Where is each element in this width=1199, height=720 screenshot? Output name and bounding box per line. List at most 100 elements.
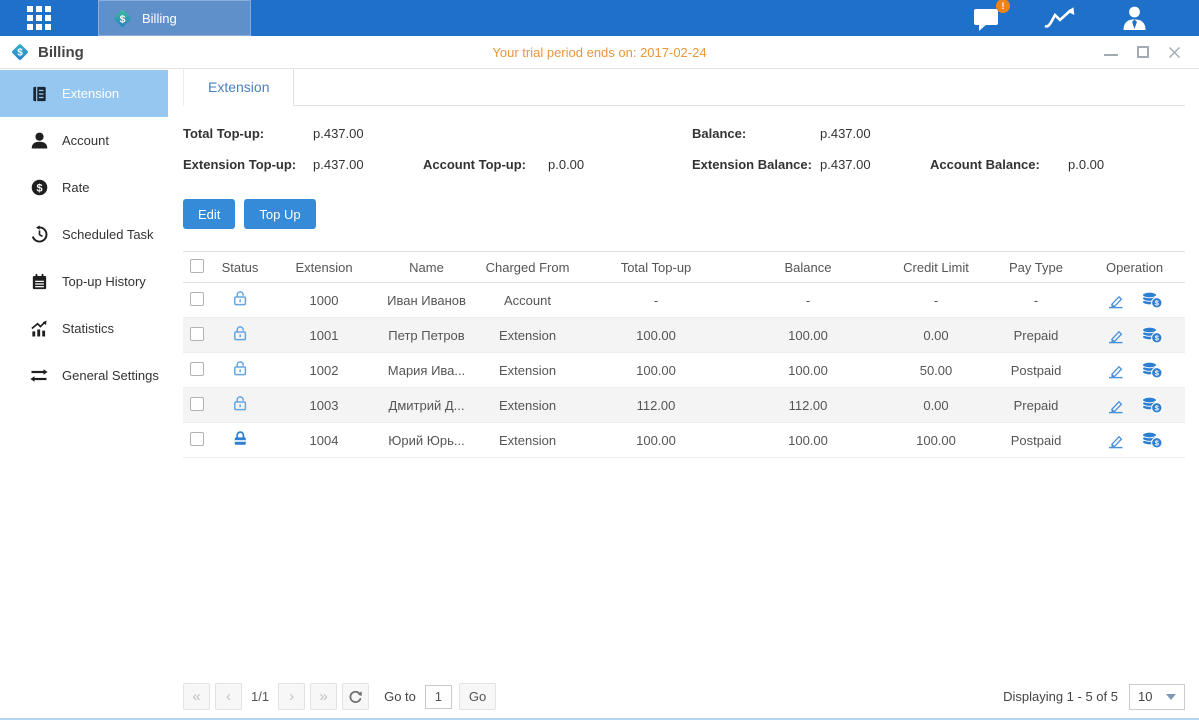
account-topup-value: p.0.00 [548,149,692,180]
stats-summary: Total Top-up: p.437.00 Balance: p.437.00… [183,118,1185,180]
status-cell [210,388,270,423]
topup-icon[interactable]: $ [1141,291,1163,309]
balance-cell: 100.00 [732,423,884,458]
credit-limit-cell: 100.00 [884,423,988,458]
svg-text:$: $ [36,182,42,194]
row-checkbox[interactable] [190,397,204,411]
first-page-button[interactable]: « [183,683,210,710]
table-row: 1002 Мария Ива... Extension 100.00 100.0… [183,353,1185,388]
charged-from-cell: Extension [475,423,580,458]
table-row: 1000 Иван Иванов Account - - - - [183,283,1185,318]
total-topup-cell: 112.00 [580,388,732,423]
next-page-button[interactable]: › [278,683,305,710]
page-indicator: 1/1 [251,689,269,704]
table-header-row: StatusExtensionNameCharged FromTotal Top… [183,252,1185,283]
unlocked-icon [232,325,249,342]
extension-balance-label: Extension Balance: [692,149,820,180]
user-account-icon[interactable] [1120,4,1149,32]
operation-cell: $ [1084,423,1185,458]
billing-diamond-icon: $ [10,42,30,62]
billing-diamond-icon: $ [112,8,133,29]
goto-page-input[interactable] [425,685,452,709]
edit-button[interactable]: Edit [183,199,235,229]
edit-icon[interactable] [1106,432,1125,449]
sidebar-item-extension[interactable]: Extension [0,70,168,117]
sidebar-item-label: Scheduled Task [62,227,154,242]
table-row: 1004 Юрий Юрь... Extension 100.00 100.00… [183,423,1185,458]
row-checkbox[interactable] [190,362,204,376]
sidebar-item-label: Rate [62,180,89,195]
topup-icon[interactable]: $ [1141,361,1163,379]
balance-value: p.437.00 [820,118,930,149]
maximize-button[interactable] [1137,46,1149,58]
sidebar-item-general-settings[interactable]: General Settings [0,352,168,399]
row-checkbox[interactable] [190,292,204,306]
account-balance-label: Account Balance: [930,149,1068,180]
select-all-checkbox[interactable] [190,259,204,273]
charged-from-cell: Extension [475,353,580,388]
column-header: Credit Limit [884,252,988,283]
column-header: Name [378,252,475,283]
sidebar-item-label: General Settings [62,368,159,383]
status-cell [210,423,270,458]
sidebar-item-label: Statistics [62,321,114,336]
operation-cell: $ [1084,283,1185,318]
topup-icon[interactable]: $ [1141,396,1163,414]
operation-cell: $ [1084,353,1185,388]
sidebar-item-topup-history[interactable]: Top-up History [0,258,168,305]
topup-icon[interactable]: $ [1141,431,1163,449]
person-icon [29,131,49,150]
stats-chart-icon [29,319,49,338]
trial-period-message: Your trial period ends on: 2017-02-24 [0,45,1199,60]
prev-page-button[interactable]: ‹ [215,683,242,710]
extension-balance-value: p.437.00 [820,149,930,180]
pay-type-cell: Prepaid [988,318,1084,353]
extension-table-body: 1000 Иван Иванов Account - - - - [183,283,1185,458]
taskbar-item-billing[interactable]: $ Billing [98,0,251,36]
go-button[interactable]: Go [459,683,496,710]
extension-cell: 1000 [270,283,378,318]
last-page-button[interactable]: » [310,683,337,710]
top-up-button[interactable]: Top Up [244,199,315,229]
pay-type-cell: Postpaid [988,423,1084,458]
edit-icon[interactable] [1106,397,1125,414]
sidebar-item-statistics[interactable]: Statistics [0,305,168,352]
edit-icon[interactable] [1106,327,1125,344]
messages-icon[interactable]: ! [973,5,1003,32]
sidebar-nav: Extension Account $ Rate [0,69,168,718]
displaying-text: Displaying 1 - 5 of 5 [1003,689,1118,704]
edit-icon[interactable] [1106,362,1125,379]
refresh-button[interactable] [342,683,369,710]
tab-extension[interactable]: Extension [183,69,294,106]
close-button[interactable] [1168,46,1181,59]
extension-cell: 1002 [270,353,378,388]
status-cell [210,318,270,353]
topup-icon[interactable]: $ [1141,326,1163,344]
page-size-value: 10 [1138,689,1152,704]
window-title-bar: $ Billing Your trial period ends on: 201… [0,36,1199,69]
name-cell: Петр Петров [378,318,475,353]
sidebar-item-label: Extension [62,86,119,101]
total-topup-cell: - [580,283,732,318]
row-checkbox[interactable] [190,327,204,341]
name-cell: Дмитрий Д... [378,388,475,423]
extension-topup-value: p.437.00 [313,149,423,180]
edit-icon[interactable] [1106,292,1125,309]
page-size-select[interactable]: 10 [1129,684,1185,710]
row-checkbox[interactable] [190,432,204,446]
apps-grid-icon[interactable] [24,3,54,33]
minimize-button[interactable] [1104,54,1118,56]
unlocked-icon [232,290,249,307]
locked-icon [232,430,249,447]
column-header: Extension [270,252,378,283]
charged-from-cell: Account [475,283,580,318]
sidebar-item-rate[interactable]: $ Rate [0,164,168,211]
credit-limit-cell: 50.00 [884,353,988,388]
reports-chart-icon[interactable] [1043,5,1080,31]
sidebar-item-scheduled-task[interactable]: Scheduled Task [0,211,168,258]
total-topup-value: p.437.00 [313,118,423,149]
notebook-icon [29,272,49,291]
sidebar-item-account[interactable]: Account [0,117,168,164]
extension-book-icon [29,84,49,104]
extension-cell: 1001 [270,318,378,353]
